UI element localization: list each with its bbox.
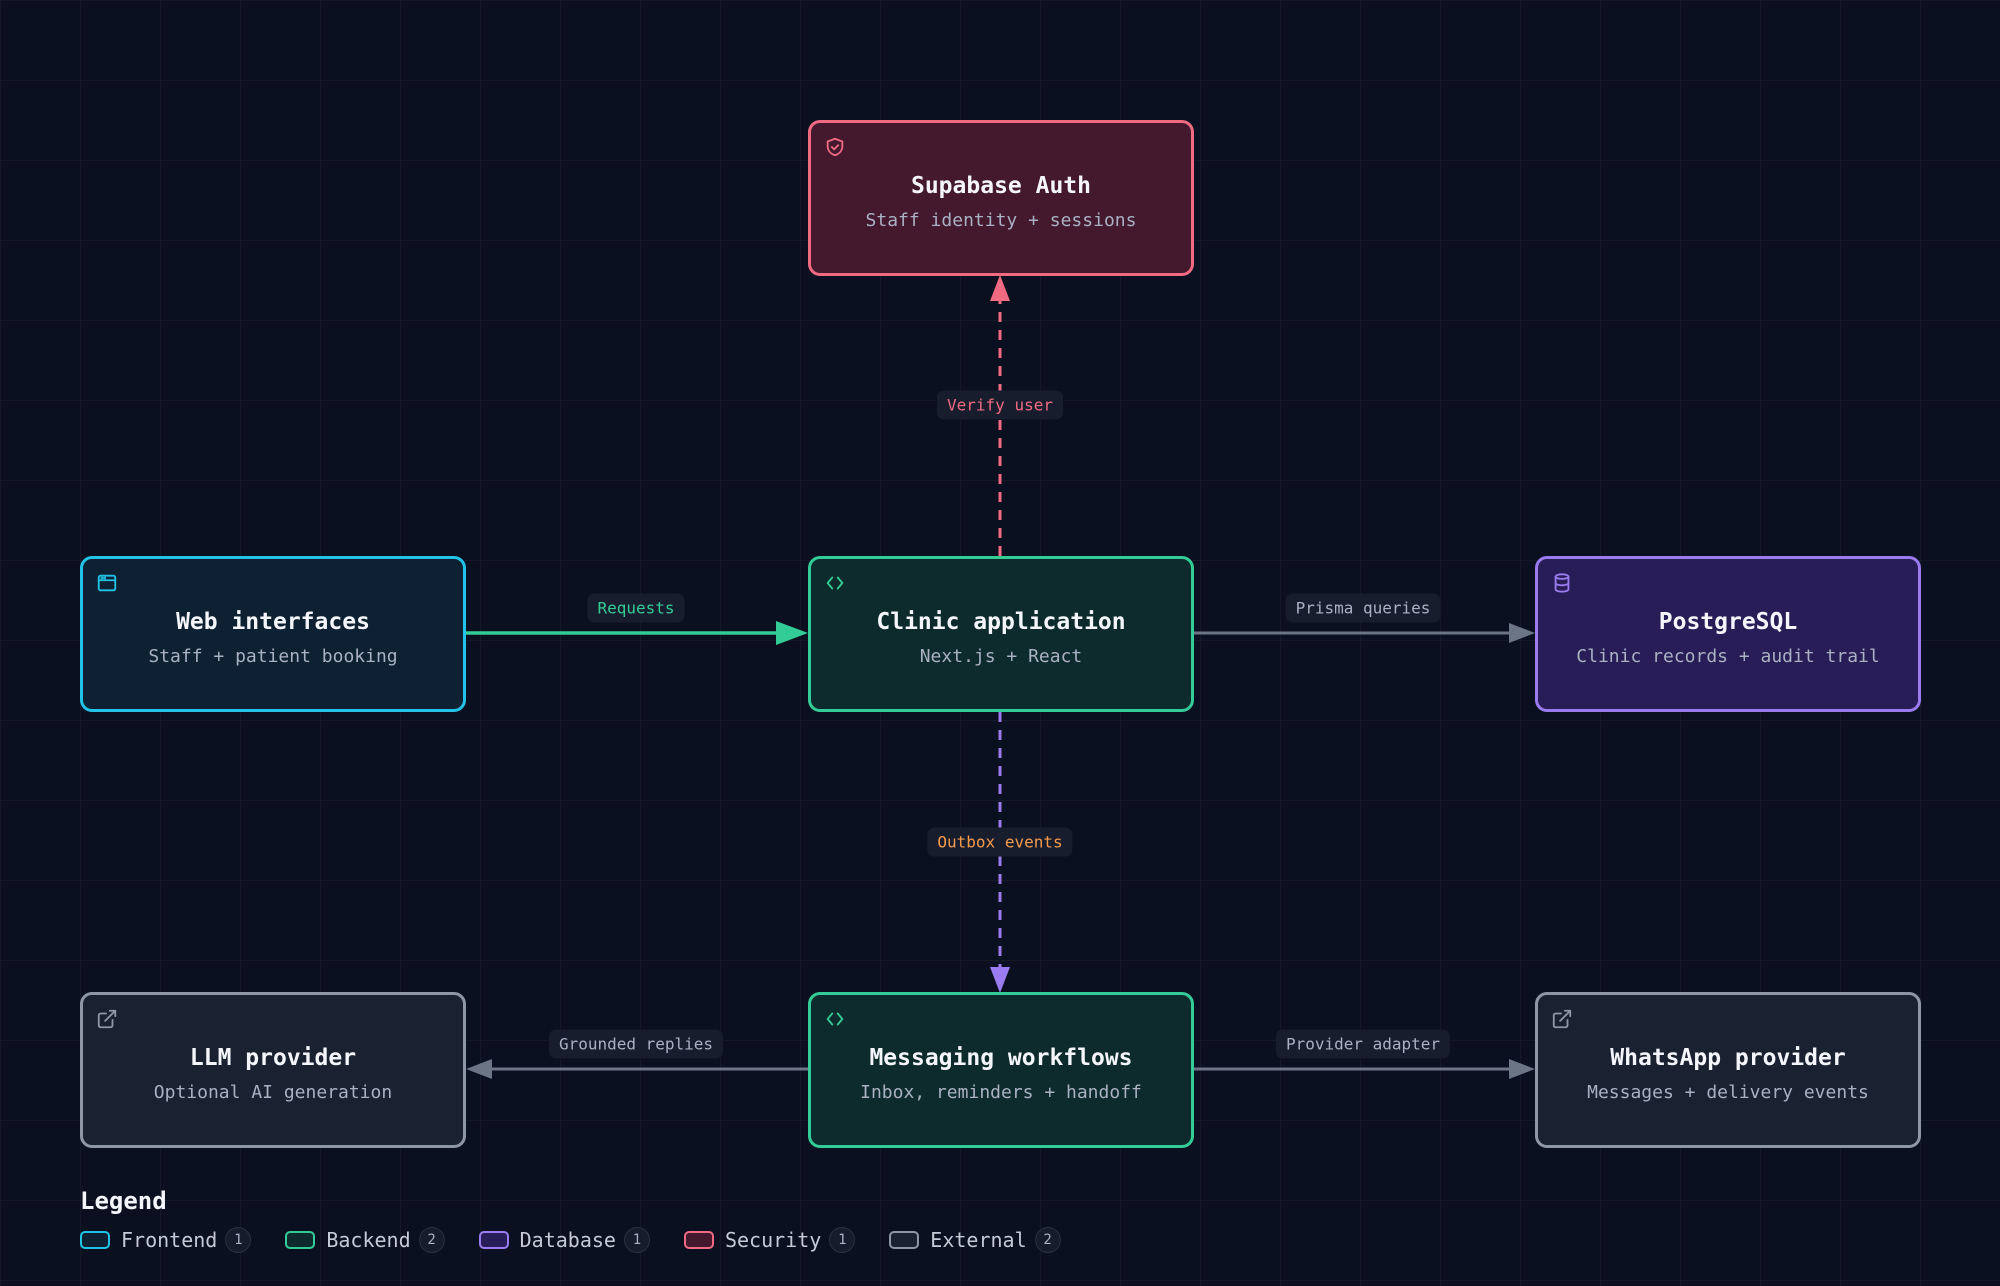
legend-items: Frontend 1 Backend 2 Database 1 Security… xyxy=(80,1227,1095,1253)
legend-item-database[interactable]: Database 1 xyxy=(478,1227,650,1253)
node-subtitle: Optional AI generation xyxy=(153,1082,393,1103)
node-clinic-application[interactable]: Clinic application Next.js + React xyxy=(808,556,1194,712)
edge-label-prisma-queries: Prisma queries xyxy=(1285,593,1441,623)
legend-label: Database xyxy=(519,1228,616,1252)
node-subtitle: Messages + delivery events xyxy=(1587,1082,1869,1103)
legend-swatch-security xyxy=(683,1231,714,1249)
node-subtitle: Clinic records + audit trail xyxy=(1576,646,1880,667)
legend-item-security[interactable]: Security 1 xyxy=(683,1227,856,1253)
node-title: Web interfaces xyxy=(176,609,370,635)
edge-label-outbox-events: Outbox events xyxy=(927,827,1073,857)
node-subtitle: Staff + patient booking xyxy=(148,646,398,667)
legend-item-frontend[interactable]: Frontend 1 xyxy=(80,1227,252,1253)
node-llm-provider[interactable]: LLM provider Optional AI generation xyxy=(80,992,466,1148)
arrowhead-outbox-events xyxy=(990,967,1010,993)
legend-label: External xyxy=(930,1228,1027,1252)
legend-label: Frontend xyxy=(121,1228,218,1252)
legend-title: Legend xyxy=(80,1187,167,1215)
arrowhead-provider-adapter xyxy=(1509,1059,1535,1079)
edge-label-requests: Requests xyxy=(587,593,685,623)
node-subtitle: Inbox, reminders + handoff xyxy=(860,1082,1142,1103)
database-icon xyxy=(1554,573,1570,593)
legend-swatch-database xyxy=(478,1231,509,1249)
arrowhead-grounded-replies xyxy=(466,1059,492,1079)
arrowhead-prisma-queries xyxy=(1509,623,1535,643)
node-title: PostgreSQL xyxy=(1658,609,1798,635)
legend-count-badge: 1 xyxy=(623,1227,650,1253)
legend-swatch-backend xyxy=(285,1231,316,1249)
edge-label-grounded-replies: Grounded replies xyxy=(548,1029,724,1059)
arrowhead-requests xyxy=(776,621,808,645)
node-whatsapp-provider[interactable]: WhatsApp provider Messages + delivery ev… xyxy=(1535,992,1921,1148)
node-messaging-workflows[interactable]: Messaging workflows Inbox, reminders + h… xyxy=(808,992,1194,1148)
node-supabase-auth[interactable]: Supabase Auth Staff identity + sessions xyxy=(808,120,1194,276)
node-title: Clinic application xyxy=(876,609,1126,635)
node-title: Messaging workflows xyxy=(869,1045,1133,1071)
node-title: LLM provider xyxy=(189,1045,357,1071)
external-link-icon xyxy=(97,1009,117,1029)
node-postgresql[interactable]: PostgreSQL Clinic records + audit trail xyxy=(1535,556,1921,712)
browser-window-icon xyxy=(97,574,117,592)
code-icon xyxy=(826,1012,844,1026)
legend-item-backend[interactable]: Backend 2 xyxy=(285,1227,445,1253)
shield-icon xyxy=(826,137,844,157)
node-title: WhatsApp provider xyxy=(1610,1045,1846,1071)
legend-count-badge: 2 xyxy=(418,1227,445,1253)
code-icon xyxy=(826,576,844,590)
legend-count-badge: 1 xyxy=(225,1227,252,1253)
legend-label: Security xyxy=(724,1228,822,1252)
edge-label-provider-adapter: Provider adapter xyxy=(1275,1029,1451,1059)
legend-swatch-frontend xyxy=(80,1231,110,1249)
edge-label-verify-user: Verify user xyxy=(937,390,1063,420)
legend: Legend Frontend 1 Backend 2 Database 1 S… xyxy=(80,1187,1095,1253)
legend-label: Backend xyxy=(326,1228,411,1252)
legend-item-external[interactable]: External 2 xyxy=(889,1227,1061,1253)
node-web-interfaces[interactable]: Web interfaces Staff + patient booking xyxy=(80,556,466,712)
legend-swatch-external xyxy=(889,1231,920,1249)
node-title: Supabase Auth xyxy=(910,173,1091,199)
node-subtitle: Next.js + React xyxy=(919,646,1083,667)
arrowhead-verify-user xyxy=(990,275,1010,301)
legend-count-badge: 2 xyxy=(1034,1227,1061,1253)
legend-count-badge: 1 xyxy=(829,1227,856,1253)
external-link-icon xyxy=(1552,1009,1572,1029)
node-subtitle: Staff identity + sessions xyxy=(865,210,1137,231)
